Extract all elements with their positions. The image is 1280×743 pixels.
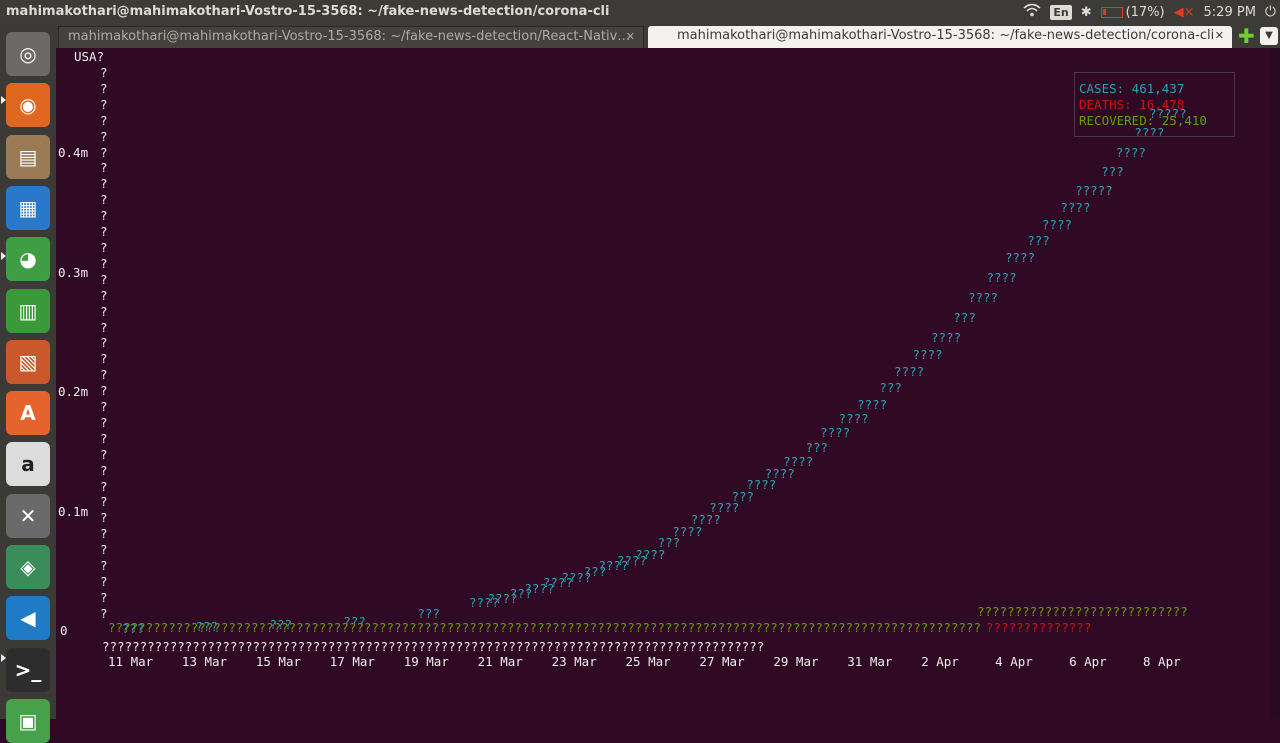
window-title: mahimakothari@mahimakothari-Vostro-15-35…	[6, 4, 610, 19]
x-tick-label: 25 Mar	[625, 654, 671, 669]
data-point-cases: ????	[1041, 216, 1073, 232]
x-tick-label: 8 Apr	[1143, 654, 1181, 669]
legend-recovered: RECOVERED: 25,410	[1079, 113, 1207, 128]
y-tick-label: 0.1m	[58, 503, 89, 519]
data-point-cases: ????	[690, 512, 721, 528]
x-axis-line: ????????????????????????????????????????…	[102, 639, 765, 654]
y-axis-line: ? ? ? ? ? ? ? ? ? ? ? ? ? ? ? ? ? ? ? ? …	[100, 65, 108, 621]
android-studio-icon[interactable]: ◈	[6, 545, 50, 589]
tab-react-native[interactable]: mahimakothari@mahimakothari-Vostro-15-35…	[58, 26, 644, 48]
x-tick-label: 29 Mar	[773, 654, 819, 669]
data-point-cases: ???	[953, 310, 976, 326]
system-settings-icon[interactable]: ✕	[6, 493, 50, 538]
y-tick-label: 0.2m	[58, 384, 89, 399]
data-point-cases: ????	[542, 575, 573, 591]
software-center-icon[interactable]: A	[6, 391, 50, 436]
data-point-cases: ????	[967, 290, 999, 306]
x-tick-label: 23 Mar	[551, 654, 597, 669]
x-tick-label: 11 Mar	[108, 654, 154, 669]
running-app-indicator	[1, 96, 6, 104]
tab-corona-cli[interactable]: mahimakothari@mahimakothari-Vostro-15-35…	[648, 26, 1232, 48]
data-point-cases: ????	[986, 269, 1017, 285]
tab-close-icon[interactable]: ✕	[1215, 26, 1224, 46]
terminal-icon[interactable]: >_	[6, 647, 50, 692]
files-icon[interactable]: ▤	[6, 134, 50, 179]
chart-legend: CASES: 461,437 DEATHS: 16,478 RECOVERED:…	[1074, 72, 1235, 137]
data-point-cases: ???	[805, 439, 829, 455]
data-point-cases: ????	[912, 346, 943, 362]
x-tick-label: 21 Mar	[477, 654, 523, 669]
tab-label: mahimakothari@mahimakothari-Vostro-15-35…	[677, 28, 1215, 43]
new-tab-plus-icon[interactable]: ✚	[1238, 26, 1255, 46]
data-point-cases: ????	[820, 425, 851, 441]
tab-menu-chevron-down-icon[interactable]: ▼	[1260, 27, 1278, 45]
data-point-cases: ???	[1027, 233, 1050, 249]
tab-close-icon[interactable]: ✕	[626, 27, 635, 47]
terminal-scrollbar[interactable]	[1270, 48, 1280, 719]
recovered-rise: ????????????????????????????	[977, 604, 1188, 619]
amazon-icon[interactable]: a	[6, 442, 50, 487]
y-tick-label: 0	[60, 623, 68, 638]
battery-indicator[interactable]: (17%)	[1100, 4, 1165, 20]
recovered-baseline: ????????????????????????????????????????…	[108, 620, 981, 635]
y-tick-label: 0.3m	[58, 264, 89, 280]
terminal-tab-bar: mahimakothari@mahimakothari-Vostro-15-35…	[56, 24, 1280, 48]
calc-icon[interactable]: ▥	[6, 288, 50, 333]
x-tick-label: 13 Mar	[181, 654, 228, 669]
data-point-cases: ????	[1004, 249, 1036, 265]
data-point-cases: ????	[894, 363, 925, 379]
legend-cases: CASES: 461,437	[1079, 81, 1185, 96]
chrome-icon[interactable]: ◕	[6, 237, 50, 282]
y-tick-label: 0.4m	[58, 145, 89, 160]
data-point-cases: ????	[764, 465, 795, 481]
session-gear-icon[interactable]: ⏻	[1265, 4, 1276, 20]
data-point-cases: ???	[417, 605, 440, 621]
data-point-cases: ???	[879, 380, 902, 396]
x-tick-label: 31 Mar	[847, 654, 893, 669]
x-tick-label: 2 Apr	[921, 654, 959, 669]
vscode-icon[interactable]: ◀	[6, 596, 50, 641]
x-tick-label: 17 Mar	[329, 654, 375, 669]
running-app-indicator	[1, 252, 6, 260]
x-tick-label: 19 Mar	[403, 654, 449, 669]
data-point-cases: ???	[1101, 164, 1124, 180]
writer-icon[interactable]: ▦	[6, 185, 50, 230]
x-tick-label: 4 Apr	[995, 654, 1033, 669]
clock[interactable]: 5:29 PM	[1204, 5, 1256, 20]
deaths-baseline: ??????????????	[986, 620, 1092, 635]
wifi-icon[interactable]	[1023, 3, 1041, 21]
data-point-cases: ????	[838, 410, 869, 426]
data-point-cases: ????	[1060, 199, 1091, 215]
running-app-indicator	[1, 654, 6, 662]
battery-percent: (17%)	[1125, 4, 1165, 20]
bluetooth-icon[interactable]: ✱	[1081, 5, 1092, 20]
chart-title: USA?	[74, 49, 105, 64]
data-point-cases: ????	[857, 396, 888, 412]
x-tick-label: 15 Mar	[255, 654, 301, 669]
tab-label: mahimakothari@mahimakothari-Vostro-15-35…	[68, 29, 631, 44]
terminal-output[interactable]: USA?? ? ? ? ? ? ? ? ? ? ? ? ? ? ? ? ? ? …	[56, 48, 1280, 719]
data-point-cases: ????	[468, 594, 500, 610]
data-point-cases: ?????	[1075, 183, 1113, 199]
impress-icon[interactable]: ▧	[6, 339, 50, 384]
data-point-cases: ????	[1115, 144, 1146, 160]
volume-muted-icon[interactable]: ◀×	[1174, 5, 1195, 20]
battery-icon	[1100, 6, 1123, 18]
ubuntu-dash-icon[interactable]: ◎	[6, 32, 50, 76]
legend-deaths: DEATHS: 16,478	[1079, 97, 1185, 112]
x-tick-label: 27 Mar	[699, 654, 745, 669]
firefox-icon[interactable]: ◉	[6, 83, 50, 128]
system-tray: En ✱ (17%) ◀× 5:29 PM ⏻	[1023, 3, 1276, 21]
data-point-cases: ????	[616, 552, 647, 568]
unity-launcher: ◎ ◉ ▤ ▦ ◕ ▥ ▧ Aa ✕ ◈ ◀ >_ ▣	[0, 24, 56, 743]
data-point-cases: ????	[931, 330, 962, 346]
keyboard-layout-indicator[interactable]: En	[1050, 4, 1072, 20]
x-tick-label: 6 Apr	[1069, 654, 1107, 669]
system-top-bar: mahimakothari@mahimakothari-Vostro-15-35…	[0, 0, 1280, 24]
drive-icon[interactable]: ▣	[6, 698, 50, 743]
